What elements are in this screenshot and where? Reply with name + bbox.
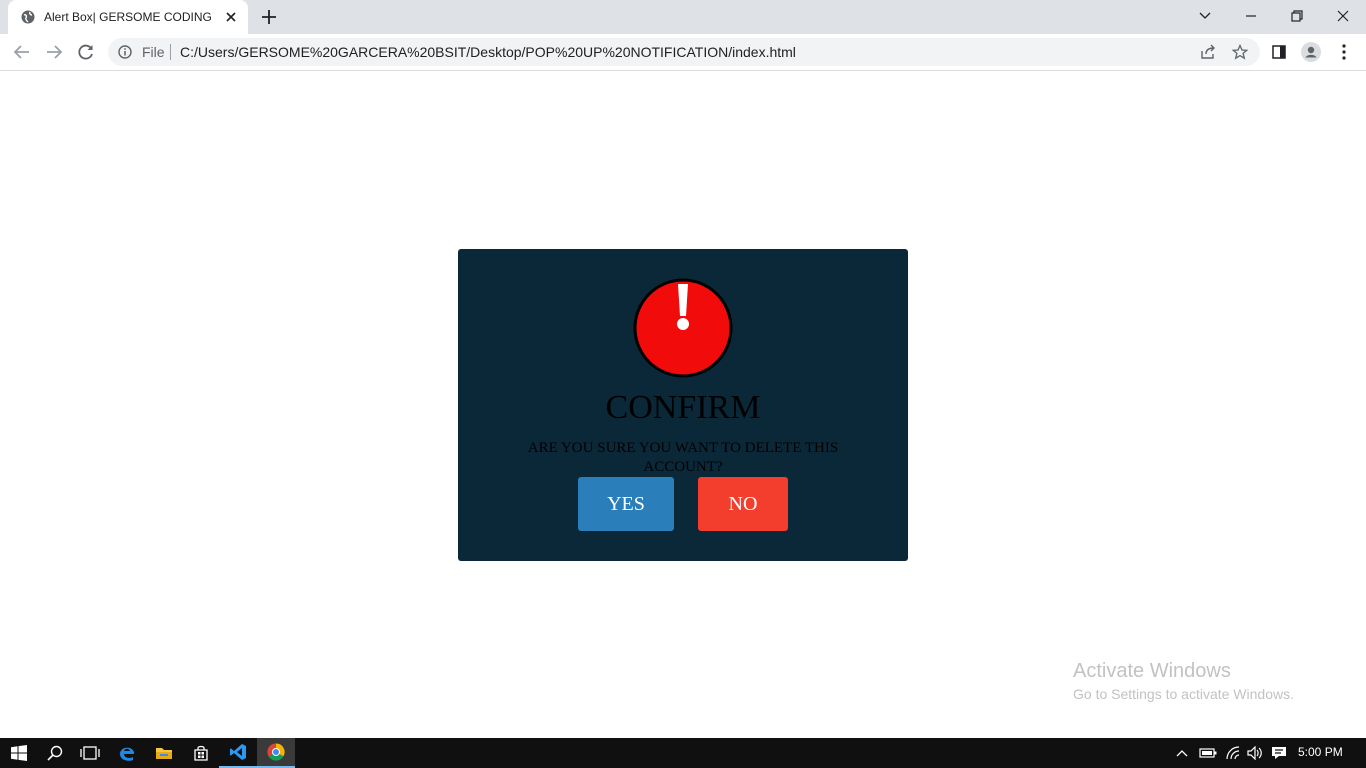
- windows-taskbar: 5:00 PM: [0, 738, 1366, 768]
- reload-icon[interactable]: [76, 42, 96, 62]
- chevron-up-icon[interactable]: [1174, 738, 1190, 768]
- back-icon[interactable]: [12, 42, 32, 62]
- globe-icon: [21, 10, 35, 24]
- edge-icon[interactable]: [108, 738, 146, 768]
- taskbar-clock[interactable]: 5:00 PM: [1298, 745, 1343, 759]
- browser-tab[interactable]: Alert Box| GERSOME CODING: [8, 0, 248, 34]
- task-view-icon[interactable]: [71, 738, 109, 768]
- vscode-icon[interactable]: [219, 738, 257, 768]
- info-icon[interactable]: [118, 45, 132, 59]
- store-icon[interactable]: [182, 738, 220, 768]
- browser-tabstrip: Alert Box| GERSOME CODING: [0, 0, 1366, 34]
- close-tab-icon[interactable]: [223, 9, 239, 25]
- browser-toolbar: File C:/Users/GERSOME%20GARCERA%20BSIT/D…: [0, 34, 1366, 71]
- profile-icon[interactable]: [1301, 42, 1321, 62]
- share-icon[interactable]: [1198, 42, 1218, 62]
- omnibox-separator: [170, 44, 171, 60]
- no-button[interactable]: NO: [698, 477, 788, 531]
- windows-start-icon[interactable]: [0, 738, 38, 768]
- menu-icon[interactable]: [1334, 42, 1354, 62]
- chevron-down-icon[interactable]: [1182, 0, 1228, 32]
- minimize-icon[interactable]: [1228, 0, 1274, 32]
- chrome-icon[interactable]: [257, 738, 295, 768]
- battery-icon[interactable]: [1198, 738, 1218, 768]
- activate-windows-subtitle: Go to Settings to activate Windows.: [1073, 686, 1294, 702]
- exclamation-alert-icon: [633, 278, 733, 378]
- new-tab-icon[interactable]: [259, 7, 279, 27]
- volume-icon[interactable]: [1246, 738, 1264, 768]
- notification-icon[interactable]: [1270, 738, 1288, 768]
- forward-icon[interactable]: [44, 42, 64, 62]
- omnibox[interactable]: File C:/Users/GERSOME%20GARCERA%20BSIT/D…: [108, 38, 1260, 66]
- activate-windows-title: Activate Windows: [1073, 660, 1231, 682]
- modal-title: CONFIRM: [605, 389, 761, 426]
- close-window-icon[interactable]: [1320, 0, 1366, 32]
- omnibox-url[interactable]: C:/Users/GERSOME%20GARCERA%20BSIT/Deskto…: [180, 44, 796, 60]
- search-icon[interactable]: [36, 738, 74, 768]
- omnibox-scheme-label: File: [142, 44, 165, 60]
- restore-icon[interactable]: [1274, 0, 1320, 32]
- tab-title: Alert Box| GERSOME CODING: [44, 10, 212, 24]
- confirm-modal: CONFIRM ARE YOU SURE YOU WANT TO DELETE …: [458, 249, 908, 561]
- star-icon[interactable]: [1230, 42, 1250, 62]
- wifi-icon[interactable]: [1224, 738, 1242, 768]
- yes-button[interactable]: YES: [578, 477, 674, 531]
- side-panel-icon[interactable]: [1269, 42, 1289, 62]
- modal-message: ARE YOU SURE YOU WANT TO DELETE THIS ACC…: [527, 440, 839, 475]
- file-explorer-icon[interactable]: [145, 738, 183, 768]
